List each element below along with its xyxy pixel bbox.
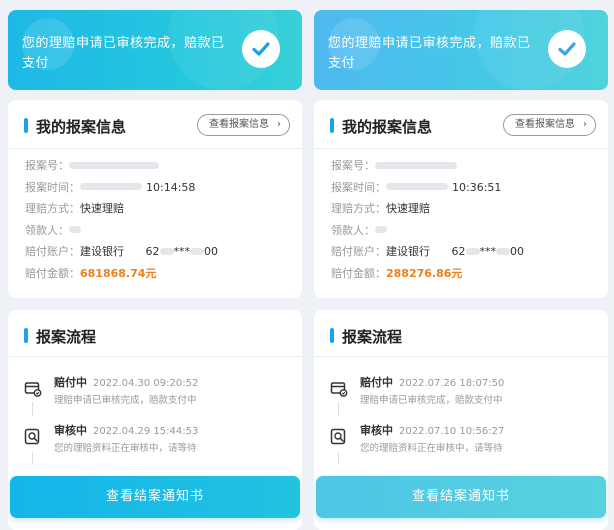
chevron-right-icon: ›	[583, 119, 587, 130]
view-closing-notice-button[interactable]: 查看结案通知书	[316, 476, 606, 518]
search-review-icon	[330, 428, 346, 445]
view-claim-info-button[interactable]: 查看报案信息 ›	[197, 114, 290, 136]
banner-text: 您的理赔申请已审核完成，赔款已支付	[22, 36, 225, 71]
payment-account-row: 赔付账户：建设银行 62 *** 00	[25, 245, 218, 258]
claim-flow-title: 报案流程	[330, 326, 402, 347]
divider	[8, 356, 302, 357]
step-description: 您的理赔资料正在审核中，请等待	[54, 443, 197, 454]
payment-account-row: 赔付账户：建设银行 62 *** 00	[331, 245, 524, 258]
banner-text: 您的理赔申请已审核完成，赔款已支付	[328, 36, 531, 71]
step-label: 赔付中	[54, 376, 87, 389]
search-review-icon	[24, 428, 40, 445]
redacted-value	[375, 226, 387, 233]
claim-flow-title: 报案流程	[24, 326, 96, 347]
claim-method-row: 理赔方式：快速理赔	[25, 202, 124, 215]
redacted-value	[375, 161, 457, 169]
view-claim-info-button[interactable]: 查看报案信息 ›	[503, 114, 596, 136]
divider	[314, 356, 608, 357]
step-description: 理赔申请已审核完成，赔款支付中	[54, 395, 197, 406]
divider	[8, 148, 302, 149]
status-banner: 您的理赔申请已审核完成，赔款已支付	[8, 10, 302, 90]
check-icon	[548, 30, 586, 68]
step-time: 2022.04.29 15:44:53	[93, 426, 199, 437]
step-time: 2022.04.30 09:20:52	[93, 378, 199, 389]
step-label: 赔付中	[360, 376, 393, 389]
step-description: 理赔申请已审核完成，赔款支付中	[360, 395, 503, 406]
payment-amount: 681868.74元	[80, 266, 157, 280]
claim-info-card: 我的报案信息 查看报案信息 › 报案号： 报案时间： 10:36:51 理赔方式：…	[314, 100, 608, 298]
chevron-right-icon: ›	[277, 119, 281, 130]
step-label: 审核中	[360, 424, 393, 437]
payment-card-icon	[24, 382, 42, 397]
claim-time-row: 报案时间： 10:14:58	[25, 180, 196, 194]
claim-number-row: 报案号：	[25, 155, 290, 177]
redacted-value	[69, 226, 81, 233]
redacted-value	[190, 247, 204, 255]
claim-info-title: 我的报案信息	[330, 116, 432, 137]
divider	[314, 148, 608, 149]
claim-time-row: 报案时间： 10:36:51	[331, 180, 502, 194]
payee-row: 领款人：	[25, 220, 290, 242]
payment-amount-row: 赔付金额：681868.74元	[25, 266, 157, 280]
redacted-value	[386, 183, 448, 190]
right-screen: 您的理赔申请已审核完成，赔款已支付 我的报案信息 查看报案信息 › 报案号： 报…	[314, 0, 608, 530]
check-icon	[242, 30, 280, 68]
timeline-connector	[32, 402, 33, 416]
timeline-connector	[32, 452, 33, 464]
payment-amount: 288276.86元	[386, 266, 463, 280]
payee-row: 领款人：	[331, 220, 596, 242]
claim-info-card: 我的报案信息 查看报案信息 › 报案号： 报案时间： 10:14:58 理赔方式：…	[8, 100, 302, 298]
claim-info-rows: 报案号： 报案时间： 10:36:51 理赔方式：快速理赔 领款人： 赔付账户：建…	[331, 155, 596, 284]
redacted-value	[69, 161, 159, 169]
step-time: 2022.07.26 18:07:50	[399, 378, 505, 389]
step-time: 2022.07.10 10:56:27	[399, 426, 505, 437]
claim-info-title: 我的报案信息	[24, 116, 126, 137]
claim-info-rows: 报案号： 报案时间： 10:14:58 理赔方式：快速理赔 领款人： 赔付账户：建…	[25, 155, 290, 284]
status-banner: 您的理赔申请已审核完成，赔款已支付	[314, 10, 608, 90]
redacted-value	[496, 247, 510, 255]
payment-amount-row: 赔付金额：288276.86元	[331, 266, 463, 280]
claim-number-row: 报案号：	[331, 155, 596, 177]
redacted-value	[159, 247, 174, 255]
redacted-value	[80, 183, 142, 190]
timeline-connector	[338, 402, 339, 416]
redacted-value	[465, 247, 480, 255]
payment-card-icon	[330, 382, 348, 397]
step-description: 您的理赔资料正在审核中，请等待	[360, 443, 503, 454]
claim-method-row: 理赔方式：快速理赔	[331, 202, 430, 215]
timeline-connector	[338, 452, 339, 464]
left-screen: 您的理赔申请已审核完成，赔款已支付 我的报案信息 查看报案信息 › 报案号： 报…	[8, 0, 302, 530]
view-closing-notice-button[interactable]: 查看结案通知书	[10, 476, 300, 518]
step-label: 审核中	[54, 424, 87, 437]
